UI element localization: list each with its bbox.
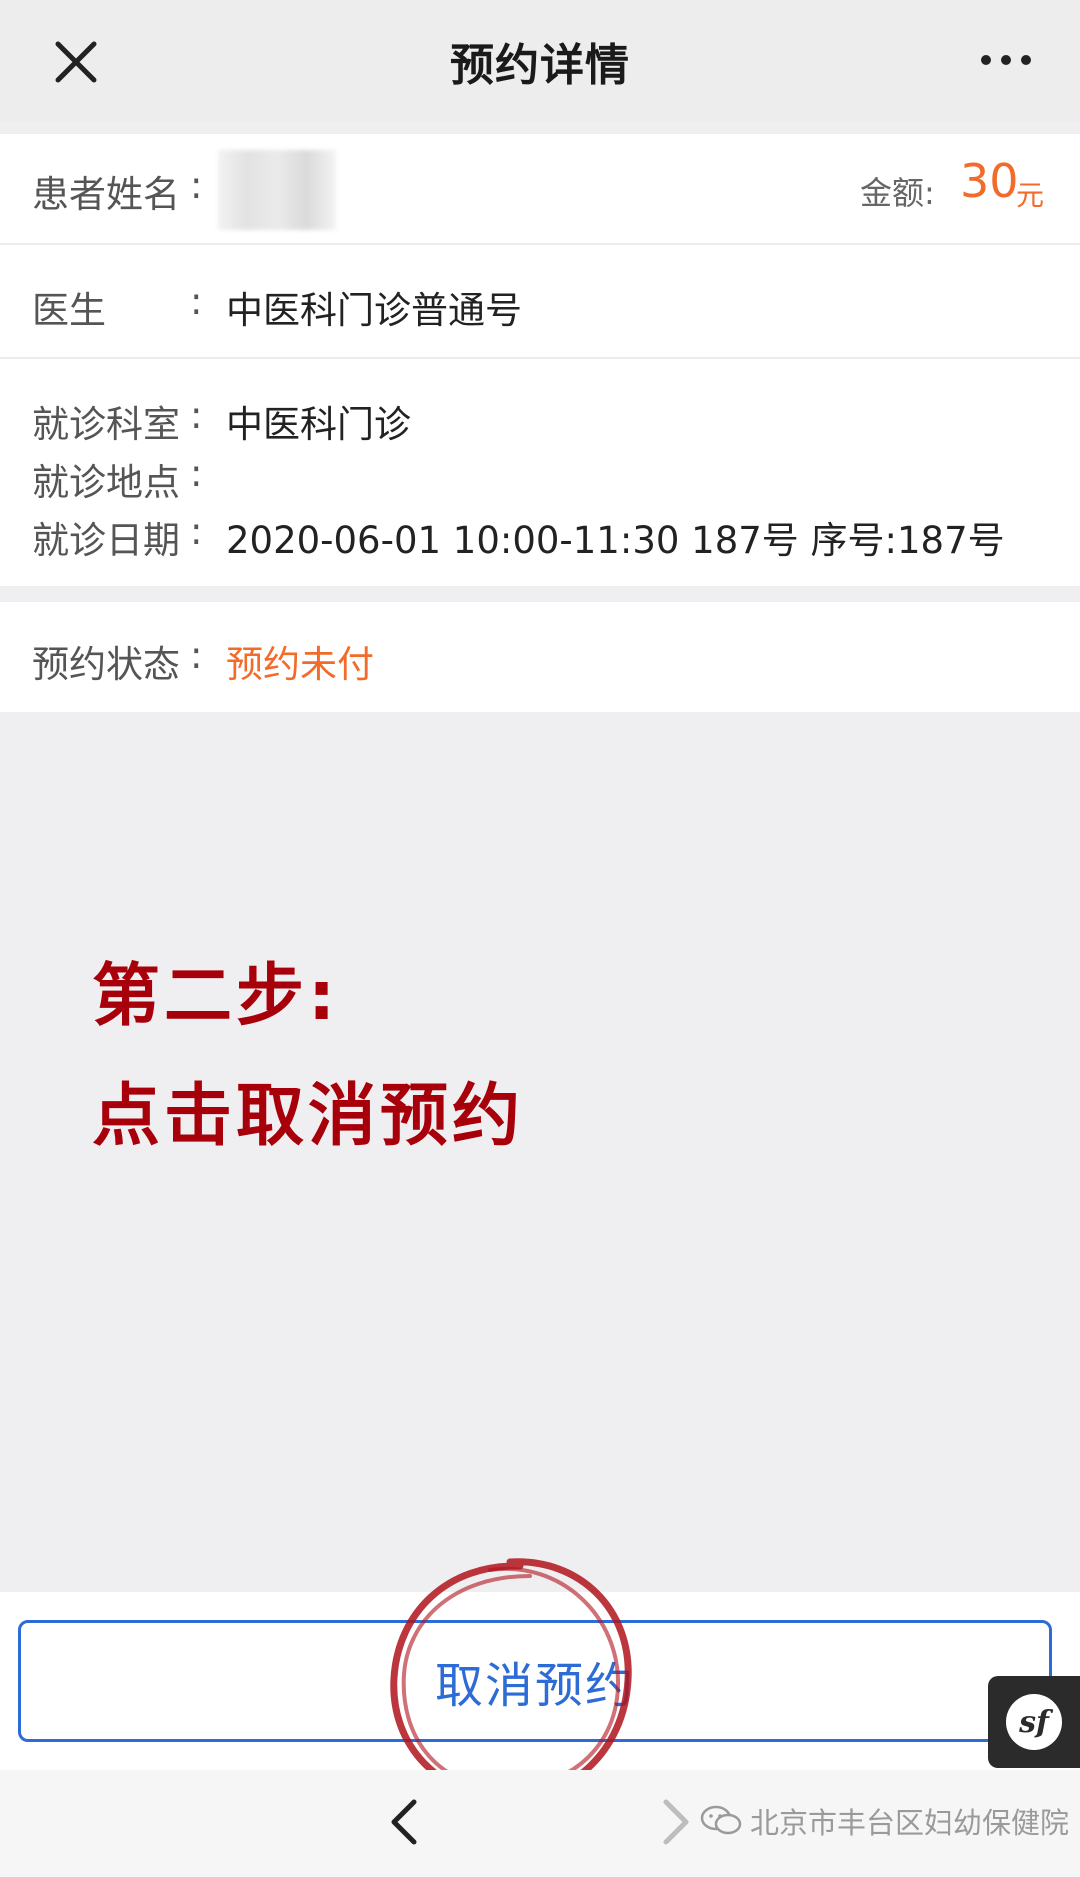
location-label: 就诊地点 xyxy=(32,461,180,504)
sf-logo-icon: sf xyxy=(1006,1694,1062,1750)
status-colon: : xyxy=(190,634,203,677)
status-label: 预约状态 xyxy=(32,643,180,686)
date-label: 就诊日期 xyxy=(32,519,180,562)
more-icon[interactable] xyxy=(976,40,1036,80)
amount-value: 30 xyxy=(960,154,1019,208)
top-navbar: 预约详情 xyxy=(0,0,1080,122)
annotation-instruction: 点击取消预约 xyxy=(92,1077,525,1156)
watermark-text: 北京市丰台区妇幼保健院 xyxy=(750,1806,1070,1840)
divider xyxy=(0,243,1080,245)
location-colon: : xyxy=(190,452,203,495)
cancel-appointment-button[interactable]: 取消预约 xyxy=(18,1620,1052,1742)
bottom-toolbar: 北京市丰台区妇幼保健院 xyxy=(0,1770,1080,1877)
source-watermark: 北京市丰台区妇幼保健院 xyxy=(700,1800,1069,1842)
close-icon[interactable] xyxy=(48,34,104,90)
patient-name-blurred xyxy=(218,150,336,230)
dept-label: 就诊科室 xyxy=(32,403,180,446)
date-value: 2020-06-01 10:00-11:30 187号 序号:187号 xyxy=(226,519,1005,562)
annotation-step: 第二步: xyxy=(92,957,340,1036)
dept-colon: : xyxy=(190,394,203,437)
date-colon: : xyxy=(190,510,203,553)
patient-name-colon: : xyxy=(190,164,203,207)
status-value: 预约未付 xyxy=(226,643,374,686)
back-arrow-icon[interactable] xyxy=(380,1792,430,1852)
cancel-button-label: 取消预约 xyxy=(434,1658,635,1714)
amount-unit: 元 xyxy=(1016,179,1045,212)
page-title: 预约详情 xyxy=(450,40,630,91)
dept-value: 中医科门诊 xyxy=(226,403,411,446)
wechat-icon xyxy=(700,1805,742,1835)
floating-badge[interactable]: sf xyxy=(988,1676,1080,1768)
patient-name-label: 患者姓名 xyxy=(32,173,180,216)
doctor-colon: : xyxy=(190,280,203,323)
forward-arrow-icon[interactable] xyxy=(650,1792,700,1852)
amount-label: 金额: xyxy=(860,174,935,212)
status-card: 预约状态 : 预约未付 xyxy=(0,602,1080,712)
doctor-value: 中医科门诊普通号 xyxy=(226,289,522,332)
divider xyxy=(0,357,1080,359)
doctor-label: 医生 xyxy=(32,289,106,332)
